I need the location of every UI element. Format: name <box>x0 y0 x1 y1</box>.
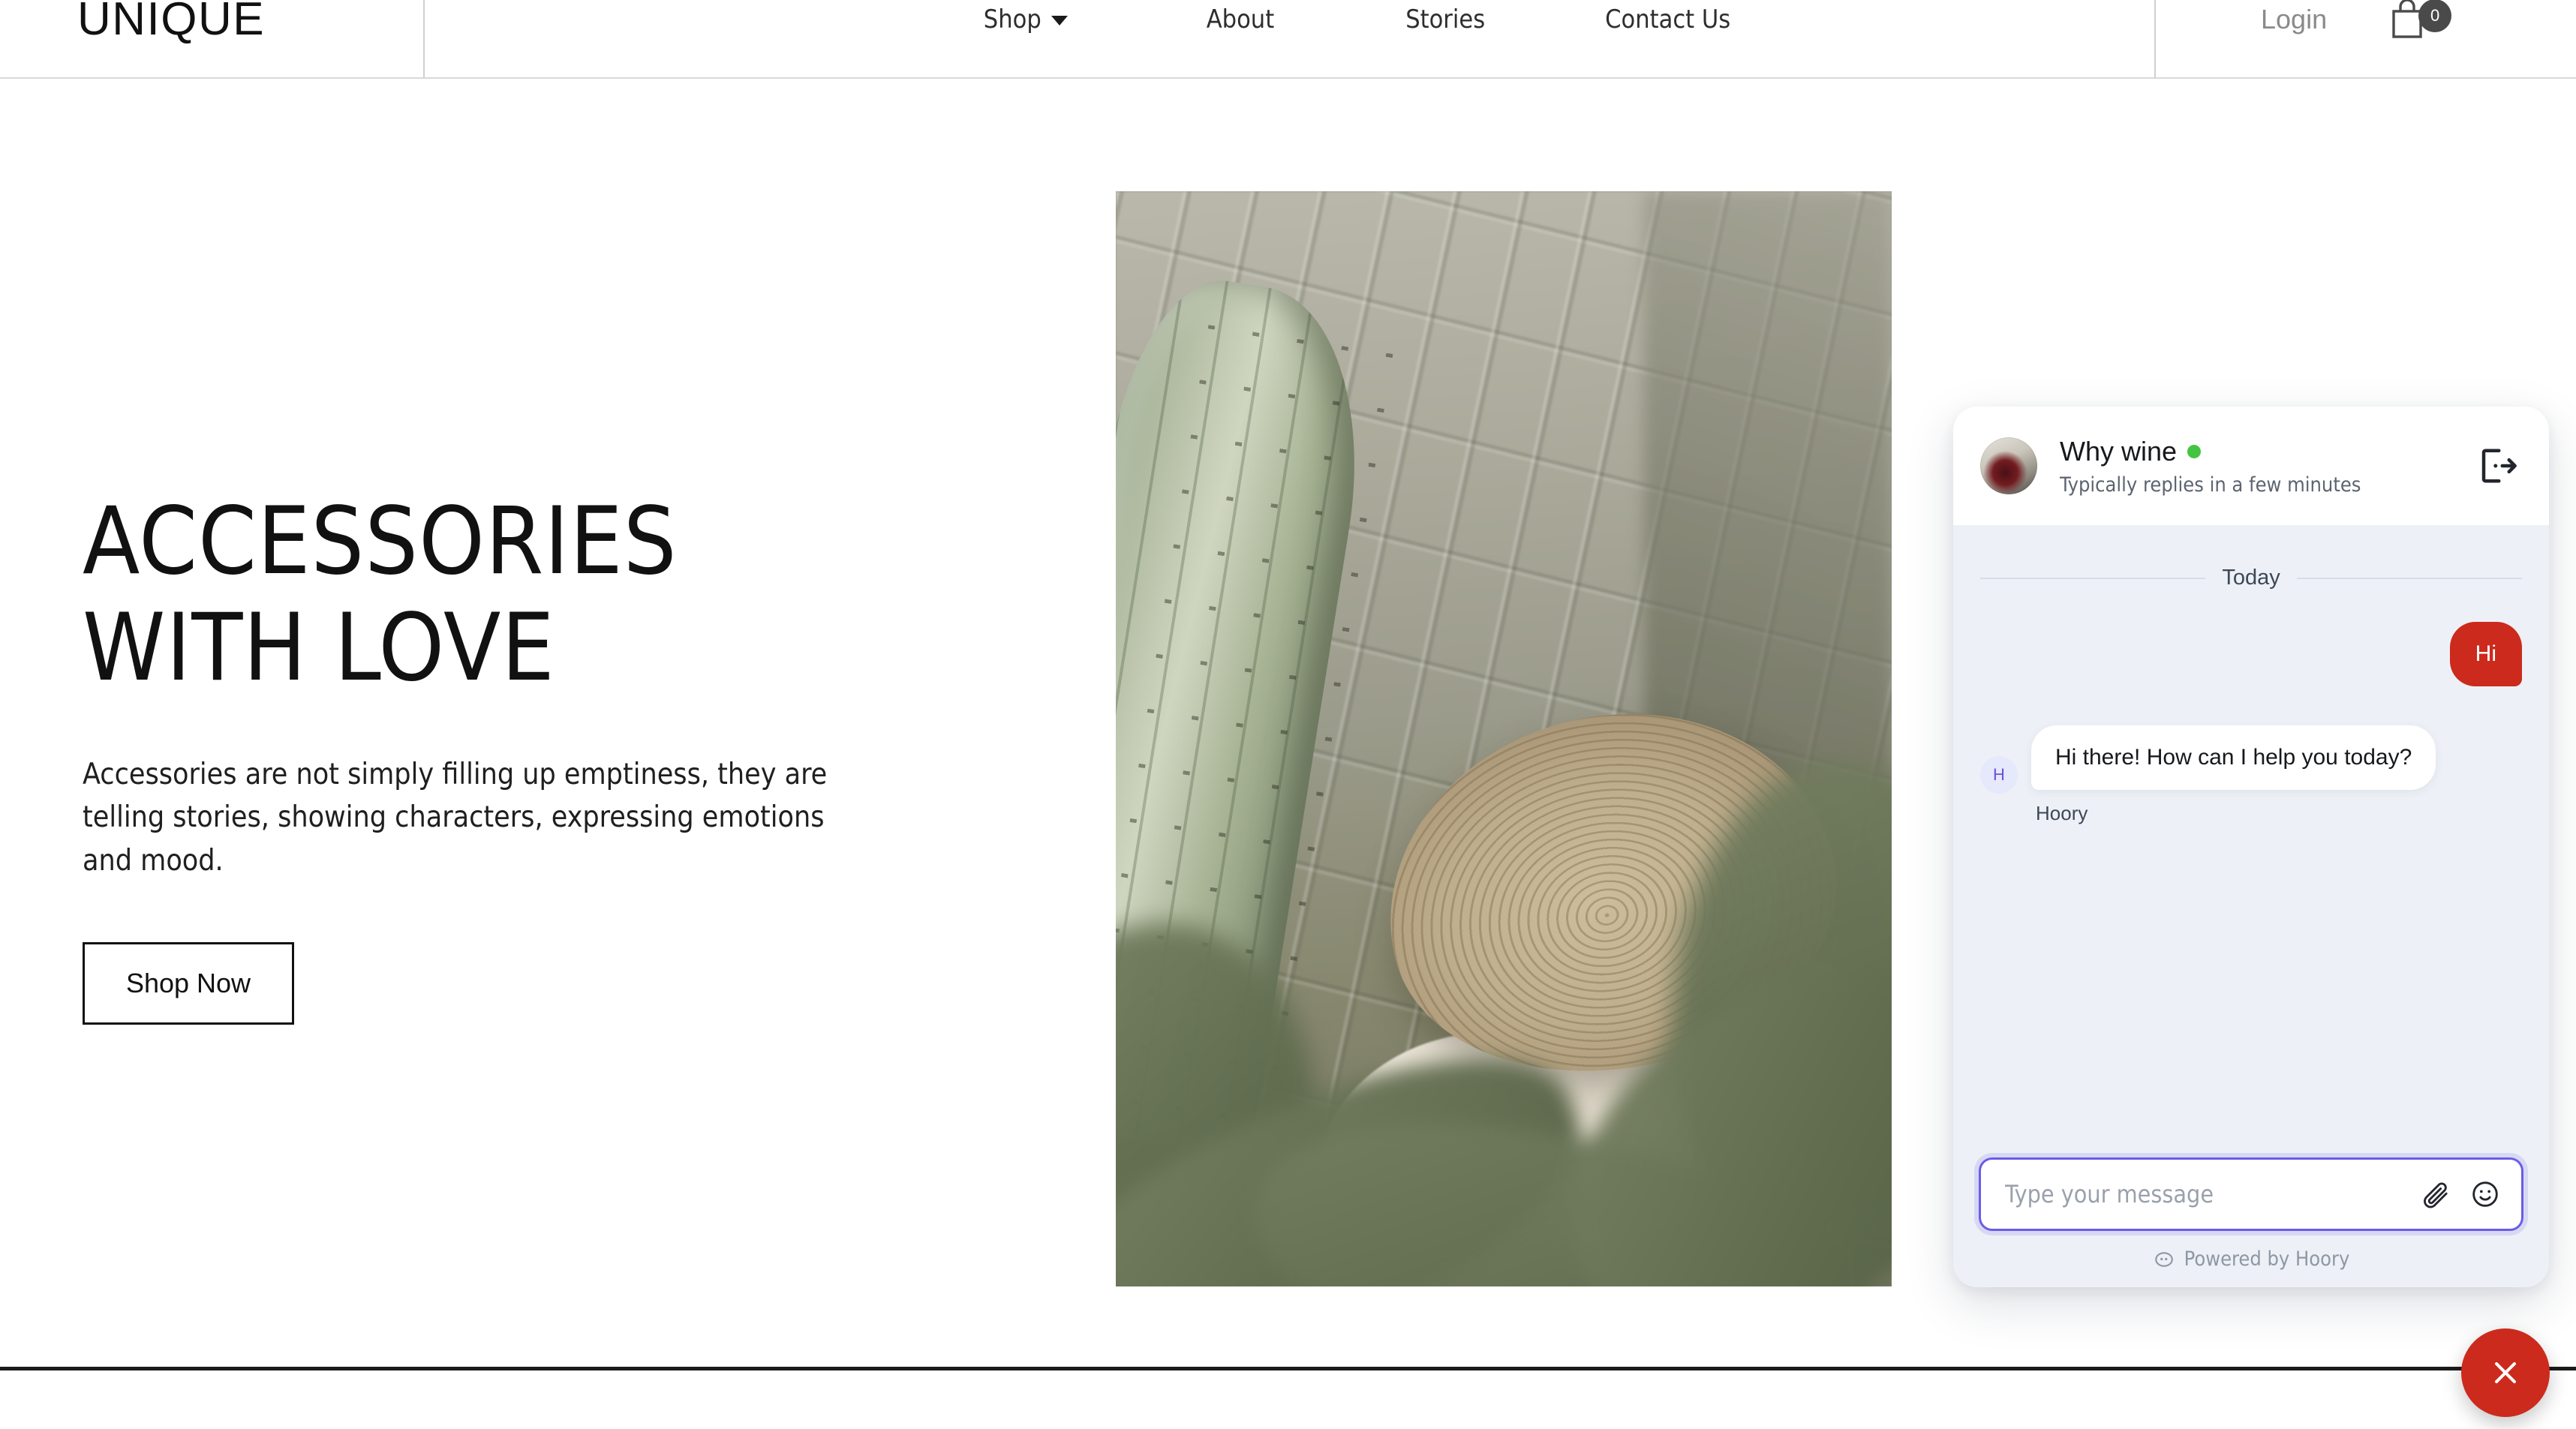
avatar <box>1980 437 2037 494</box>
smiley-icon[interactable] <box>2470 1179 2500 1209</box>
composer-icons <box>2421 1179 2500 1209</box>
chat-message-incoming: H Hi there! How can I help you today? Ho… <box>1980 725 2522 825</box>
chat-subtitle: Typically replies in a few minutes <box>2060 473 2361 497</box>
nav-item-contact-us-label: Contact Us <box>1605 4 1731 35</box>
site-header: UNIQUE Shop About Stories Contact Us Log… <box>0 0 2576 79</box>
hero-title-line-1: ACCESSORIES <box>83 488 678 596</box>
hoory-mascot-icon <box>2154 1251 2173 1267</box>
message-sender-name: Hoory <box>2036 802 2088 824</box>
page-root: UNIQUE Shop About Stories Contact Us Log… <box>0 0 2576 1429</box>
chat-title-row: Why wine <box>2060 436 2477 467</box>
brand-cell: UNIQUE <box>0 0 425 78</box>
message-bubble: Hi there! How can I help you today? <box>2031 725 2436 790</box>
message-bubble: Hi <box>2449 622 2522 686</box>
hero-content: ACCESSORIES WITH LOVE Accessories are no… <box>83 495 968 1025</box>
nav-item-about-label: About <box>1206 4 1275 35</box>
divider-rule-left <box>1980 577 2206 579</box>
nav-item-shop[interactable]: Shop <box>984 5 1068 35</box>
chat-close-button[interactable] <box>2461 1328 2550 1417</box>
chevron-down-icon <box>1051 16 1068 26</box>
chat-footer: Powered by Hoory <box>1953 1157 2549 1287</box>
hero-paragraph: Accessories are not simply filling up em… <box>83 758 828 878</box>
nav-item-stories-label: Stories <box>1405 4 1486 35</box>
header-actions: Login 0 <box>2156 0 2576 78</box>
nav-item-stories[interactable]: Stories <box>1405 5 1485 35</box>
login-link[interactable]: Login <box>2261 4 2327 35</box>
message-composer[interactable] <box>1979 1157 2523 1231</box>
divider-rule-right <box>2296 577 2523 579</box>
powered-by-label: Powered by Hoory <box>2184 1247 2350 1271</box>
day-label: Today <box>2222 566 2280 590</box>
nav-item-shop-label: Shop <box>983 4 1042 35</box>
cart-count-badge: 0 <box>2418 0 2452 32</box>
hero-title: ACCESSORIES WITH LOVE <box>83 495 968 695</box>
nav-item-about[interactable]: About <box>1207 5 1274 35</box>
hero-image <box>1116 191 1892 1286</box>
sender-avatar: H <box>1980 756 2018 794</box>
incoming-message-column: Hi there! How can I help you today? Hoor… <box>2031 725 2436 825</box>
day-divider: Today <box>1980 566 2523 590</box>
site-logo[interactable]: UNIQUE <box>77 0 265 46</box>
chat-widget: Why wine Typically replies in a few minu… <box>1953 407 2549 1287</box>
main-navigation: Shop About Stories Contact Us <box>425 0 2156 78</box>
chat-title: Why wine <box>2060 435 2178 467</box>
chat-header-text: Why wine Typically replies in a few minu… <box>2060 436 2477 497</box>
chat-message-list[interactable]: Today Hi H Hi there! How can I help you … <box>1953 525 2549 1157</box>
message-input[interactable] <box>2005 1180 2421 1208</box>
online-status-dot <box>2187 444 2202 458</box>
shop-now-button[interactable]: Shop Now <box>83 941 294 1025</box>
cart-button[interactable]: 0 <box>2387 0 2452 41</box>
chat-header: Why wine Typically replies in a few minu… <box>1953 407 2549 525</box>
section-divider <box>0 1367 2576 1370</box>
exit-door-icon[interactable] <box>2477 446 2517 486</box>
chat-message-outgoing: Hi <box>1980 622 2522 686</box>
close-x-icon <box>2495 1362 2516 1383</box>
hero-title-line-2: WITH LOVE <box>83 594 555 702</box>
paperclip-icon[interactable] <box>2421 1179 2451 1209</box>
nav-item-contact-us[interactable]: Contact Us <box>1605 5 1730 35</box>
powered-by[interactable]: Powered by Hoory <box>1979 1247 2523 1271</box>
